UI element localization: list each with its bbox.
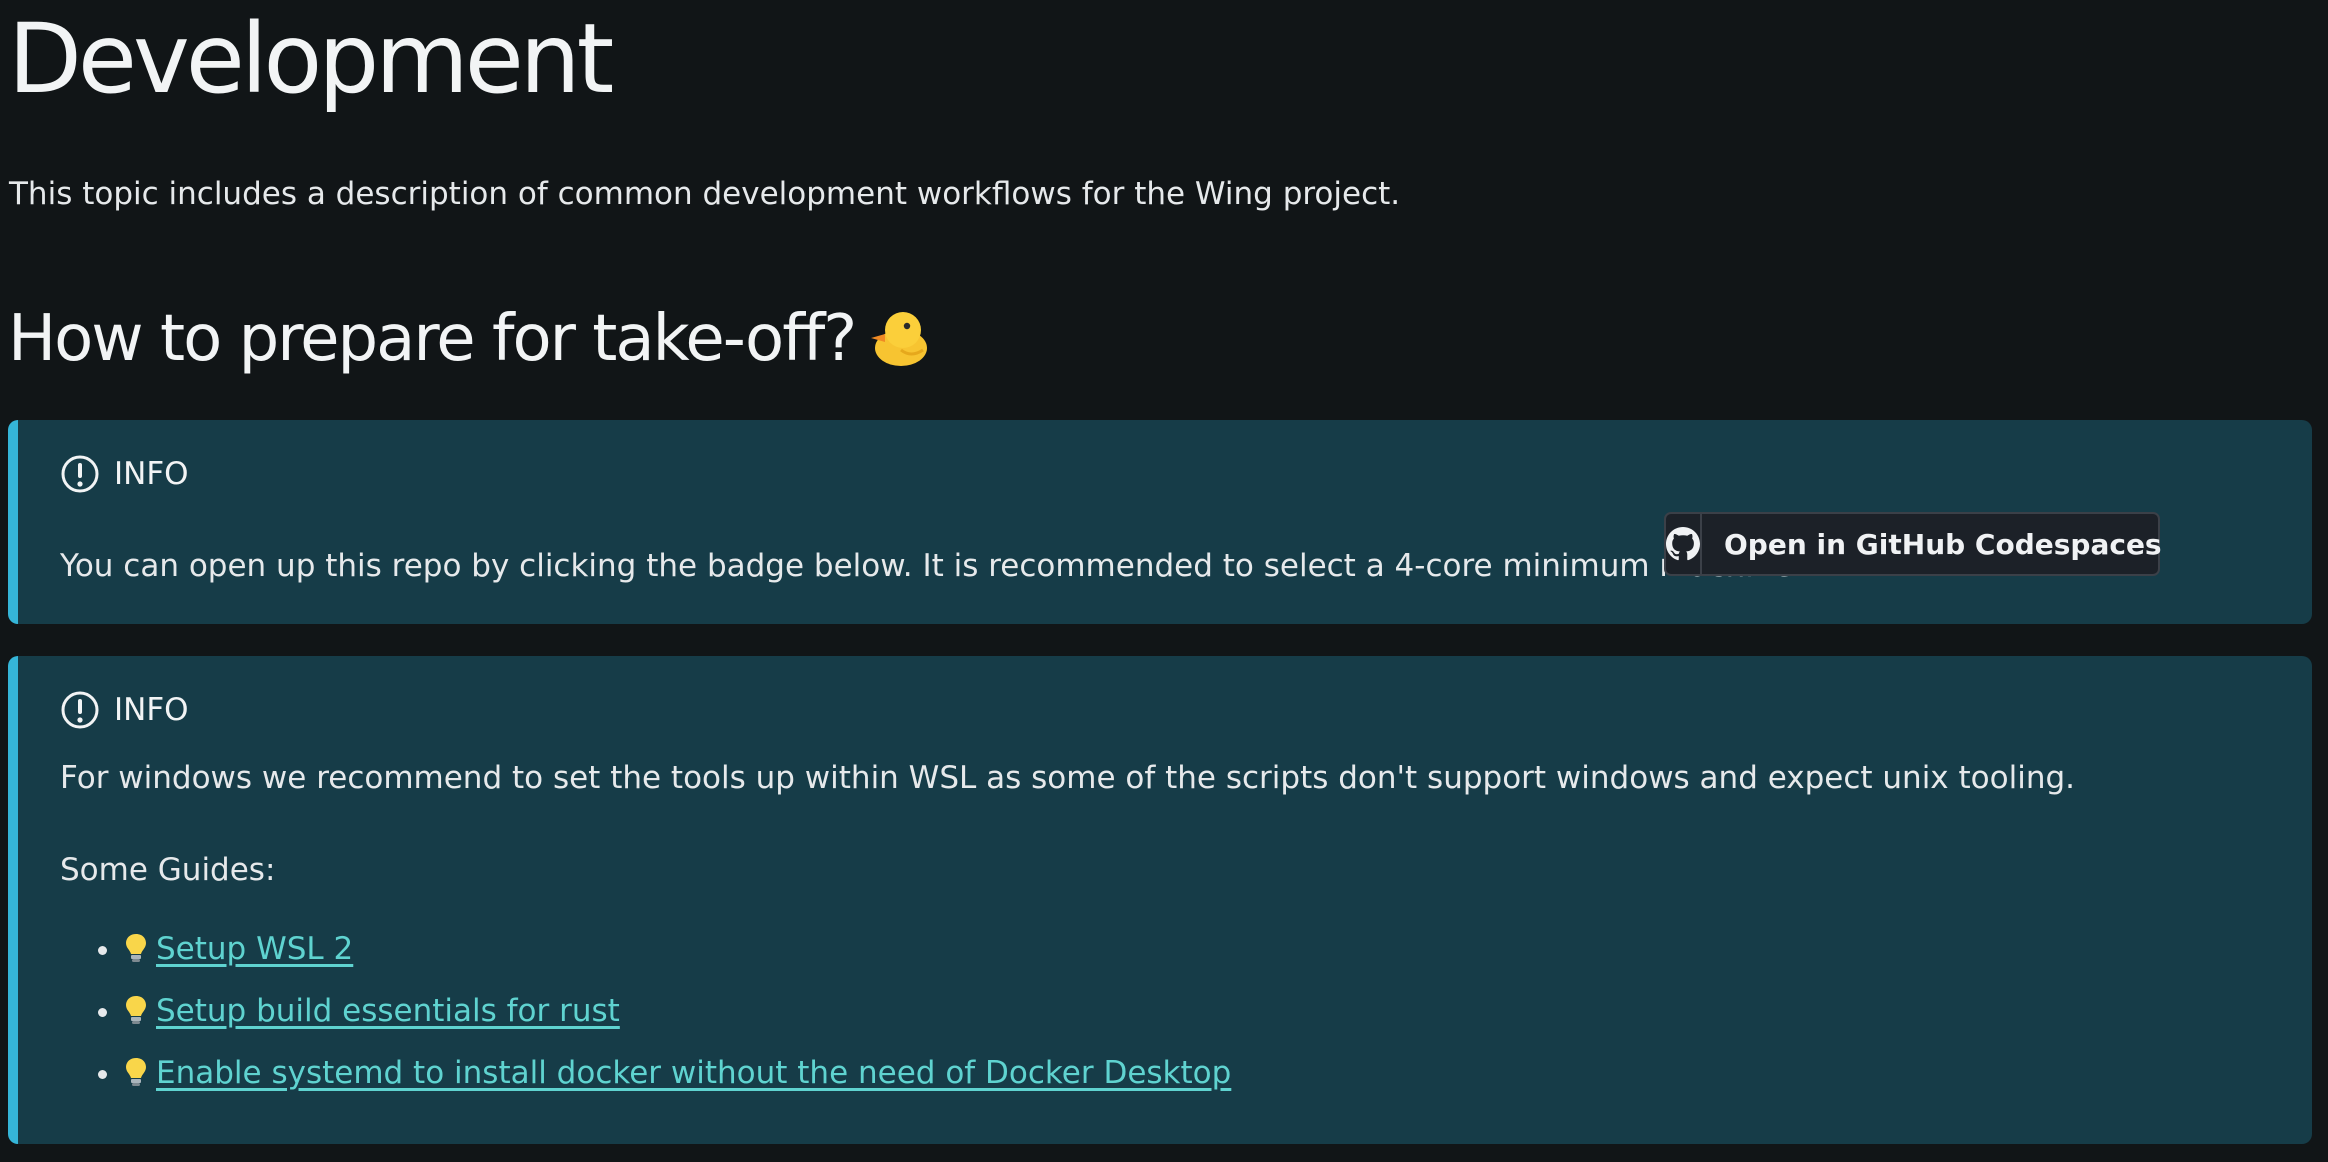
list-item: Enable systemd to install docker without… <box>60 1042 1231 1104</box>
info-icon <box>61 691 99 729</box>
baby-chick-icon <box>867 305 929 366</box>
guide-link-build-essentials[interactable]: Setup build essentials for rust <box>124 993 620 1029</box>
admonition-text: For windows we recommend to set the tool… <box>60 760 2075 796</box>
section-heading-text: How to prepare for take-off? <box>8 302 857 376</box>
info-admonition-windows: INFO For windows we recommend to set the… <box>8 656 2312 1144</box>
info-admonition-codespaces: INFO You can open up this repo by clicki… <box>8 420 2312 624</box>
guide-link-label: Enable systemd to install docker without… <box>156 1055 1232 1091</box>
guide-link-setup-wsl[interactable]: Setup WSL 2 <box>124 931 353 967</box>
github-icon <box>1666 514 1702 574</box>
guide-link-label: Setup build essentials for rust <box>156 993 620 1029</box>
open-in-codespaces-button[interactable]: Open in GitHub Codespaces <box>1664 512 2162 576</box>
section-heading: How to prepare for take-off? <box>8 297 929 381</box>
info-icon <box>61 455 99 493</box>
admonition-label: INFO <box>114 692 189 728</box>
codespaces-button-label: Open in GitHub Codespaces <box>1724 527 2162 561</box>
page: Development This topic includes a descri… <box>0 0 2328 1162</box>
admonition-heading: INFO <box>60 690 189 730</box>
page-title: Development <box>8 3 614 115</box>
guide-link-enable-systemd[interactable]: Enable systemd to install docker without… <box>124 1055 1231 1091</box>
admonition-heading: INFO <box>60 454 189 494</box>
lightbulb-icon <box>126 1058 146 1086</box>
guides-list: Setup WSL 2 Setup build essentials for r… <box>60 918 1231 1104</box>
intro-paragraph: This topic includes a description of com… <box>9 176 1401 212</box>
list-item: Setup WSL 2 <box>60 918 1231 980</box>
list-item: Setup build essentials for rust <box>60 980 1231 1042</box>
lightbulb-icon <box>126 934 146 962</box>
guides-heading: Some Guides: <box>60 852 276 888</box>
admonition-text: You can open up this repo by clicking th… <box>60 548 1803 584</box>
lightbulb-icon <box>126 996 146 1024</box>
guide-link-label: Setup WSL 2 <box>156 931 354 967</box>
admonition-label: INFO <box>114 456 189 492</box>
